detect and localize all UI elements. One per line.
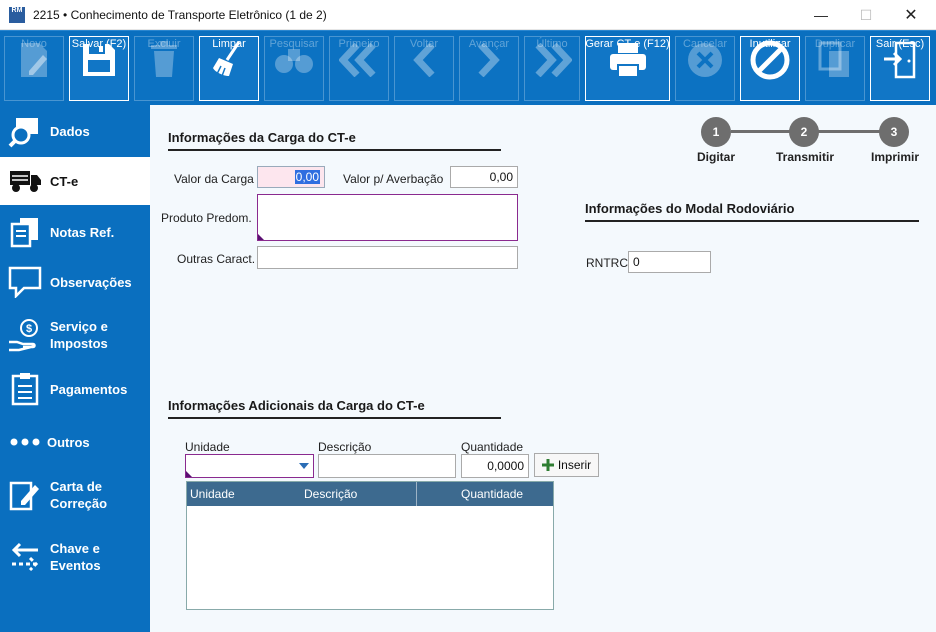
produto-predom-input[interactable] [257, 194, 518, 241]
sair-button[interactable]: Sair (Esc) [870, 36, 930, 101]
ultimo-button[interactable]: Último [524, 36, 580, 101]
svg-text:$: $ [26, 323, 32, 335]
carga-section-divider [168, 149, 501, 151]
step-2-label: Transmitir [776, 150, 835, 164]
modal-section-divider [585, 220, 919, 222]
avancar-button[interactable]: Avançar [459, 36, 519, 101]
plus-icon [541, 459, 554, 471]
inserir-button[interactable]: Inserir [534, 453, 599, 477]
inutilizar-button[interactable]: Inutilizar [740, 36, 800, 101]
cancelar-button[interactable]: Cancelar [675, 36, 735, 101]
sidebar-item-outros[interactable]: Outros [0, 417, 150, 467]
sidebar: Dados CT-e Notas Ref. Observações $ Serv… [0, 105, 150, 632]
more-dots-icon [0, 437, 50, 447]
sidebar-item-notas-ref[interactable]: Notas Ref. [0, 207, 150, 257]
toolbar: Novo Salvar (F2) Excluir Limpar Pesquisa… [0, 30, 936, 105]
title-bar: RM 2215 • Conhecimento de Transporte Ele… [0, 0, 936, 30]
hand-coin-icon: $ [0, 318, 50, 352]
unidade-select[interactable] [185, 454, 314, 478]
grid-col-quantidade[interactable]: Quantidade [461, 487, 523, 501]
descricao-label: Descrição [318, 440, 372, 454]
sidebar-item-pagamentos[interactable]: Pagamentos [0, 363, 150, 415]
grid-col-unidade[interactable]: Unidade [190, 487, 235, 501]
truck-icon [0, 168, 50, 194]
carga-section-title: Informações da Carga do CT-e [168, 130, 356, 145]
sidebar-item-servico-impostos[interactable]: $ Serviço e Impostos [0, 309, 150, 361]
truck-search-icon [0, 114, 50, 148]
carga-grid[interactable]: Unidade Descrição Quantidade [186, 481, 554, 610]
salvar-button[interactable]: Salvar (F2) [69, 36, 129, 101]
exchange-arrows-icon [0, 542, 50, 572]
main-panel: Informações da Carga do CT-e Valor da Ca… [150, 105, 936, 632]
clipboard-list-icon [0, 372, 50, 406]
duplicar-button[interactable]: Duplicar [805, 36, 865, 101]
quantidade-label: Quantidade [461, 440, 524, 454]
step-2-circle: 2 [789, 117, 819, 147]
close-button[interactable]: ✕ [888, 0, 934, 30]
gerar-cte-button[interactable]: Gerar CT-e (F12) [585, 36, 670, 101]
modal-section-title: Informações do Modal Rodoviário [585, 201, 795, 216]
outras-caract-input[interactable] [257, 246, 518, 269]
chevron-down-icon [299, 463, 309, 469]
valor-averbacao-input[interactable]: 0,00 [450, 166, 518, 188]
valor-carga-input[interactable]: 0,00 [257, 166, 325, 188]
step-3-circle: 3 [879, 117, 909, 147]
valor-averbacao-label: Valor p/ Averbação [343, 172, 444, 186]
sidebar-item-carta-correcao[interactable]: Carta de Correção [0, 469, 150, 521]
window-title: 2215 • Conhecimento de Transporte Eletrô… [33, 8, 327, 22]
step-1-circle: 1 [701, 117, 731, 147]
voltar-button[interactable]: Voltar [394, 36, 454, 101]
adicionais-section-title: Informações Adicionais da Carga do CT-e [168, 398, 425, 413]
descricao-input[interactable] [318, 454, 456, 478]
sidebar-item-cte[interactable]: CT-e [0, 157, 150, 205]
limpar-button[interactable]: Limpar [199, 36, 259, 101]
step-3-label: Imprimir [871, 150, 920, 164]
maximize-button[interactable]: ☐ [843, 0, 889, 30]
valor-carga-label: Valor da Carga [174, 172, 254, 186]
adicionais-section-divider [168, 417, 501, 419]
app-icon: RM [9, 7, 25, 23]
unidade-label: Unidade [185, 440, 230, 454]
edit-document-icon [0, 479, 50, 511]
produto-predom-label: Produto Predom. [161, 211, 252, 225]
excluir-button[interactable]: Excluir [134, 36, 194, 101]
outras-caract-label: Outras Caract. [177, 252, 256, 266]
primeiro-button[interactable]: Primeiro [329, 36, 389, 101]
sidebar-item-chave-eventos[interactable]: Chave e Eventos [0, 531, 150, 583]
minimize-button[interactable]: — [798, 0, 844, 30]
pesquisar-button[interactable]: Pesquisar [264, 36, 324, 101]
grid-col-descricao[interactable]: Descrição [304, 487, 357, 501]
documents-icon [0, 216, 50, 248]
step-1-label: Digitar [697, 150, 736, 164]
rntrc-label: RNTRC [586, 256, 628, 270]
novo-button[interactable]: Novo [4, 36, 64, 101]
speech-bubble-icon [0, 266, 50, 298]
sidebar-item-dados[interactable]: Dados [0, 105, 150, 157]
rntrc-input[interactable]: 0 [628, 251, 711, 273]
sidebar-item-observacoes[interactable]: Observações [0, 257, 150, 307]
grid-column-divider [416, 482, 417, 506]
quantidade-input[interactable]: 0,0000 [461, 454, 529, 478]
grid-header: Unidade Descrição Quantidade [187, 482, 553, 506]
